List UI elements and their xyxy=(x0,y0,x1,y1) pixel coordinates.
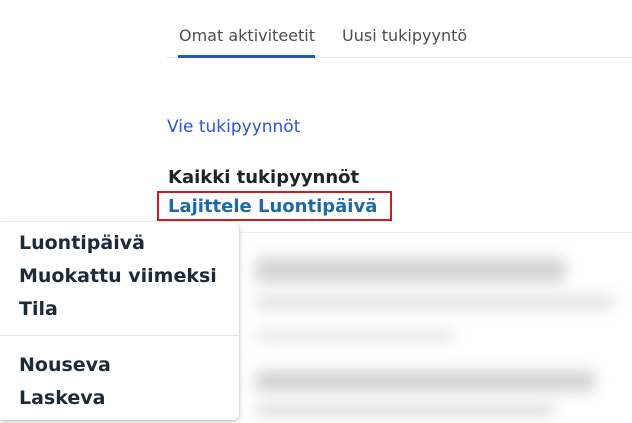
menu-item-luontipaiva[interactable]: Luontipäivä xyxy=(19,232,145,254)
tab-omat-aktiviteetit[interactable]: Omat aktiviteetit xyxy=(179,26,315,45)
content-divider xyxy=(230,232,632,233)
active-tab-indicator xyxy=(178,55,315,58)
blurred-row xyxy=(255,295,615,309)
blurred-ticket-list xyxy=(230,235,632,423)
menu-divider xyxy=(0,335,239,336)
blurred-row xyxy=(255,330,455,342)
sort-toggle[interactable]: Lajittele Luontipäivä xyxy=(157,191,392,221)
menu-item-nouseva[interactable]: Nouseva xyxy=(19,354,111,376)
sort-dropdown-menu: Luontipäivä Muokattu viimeksi Tila Nouse… xyxy=(0,222,239,420)
export-tickets-link[interactable]: Vie tukipyynnöt xyxy=(167,117,300,137)
tab-uusi-tukipyynto[interactable]: Uusi tukipyyntö xyxy=(342,26,467,45)
menu-item-muokattu-viimeksi[interactable]: Muokattu viimeksi xyxy=(19,265,217,287)
blurred-row xyxy=(255,370,595,392)
list-title: Kaikki tukipyynnöt xyxy=(168,167,360,188)
tab-bar: Omat aktiviteetit Uusi tukipyyntö xyxy=(167,0,632,58)
sort-toggle-label: Lajittele Luontipäivä xyxy=(168,196,378,217)
blurred-row xyxy=(255,403,555,417)
menu-item-laskeva[interactable]: Laskeva xyxy=(19,387,105,409)
blurred-row xyxy=(255,257,565,283)
menu-item-tila[interactable]: Tila xyxy=(19,298,58,320)
